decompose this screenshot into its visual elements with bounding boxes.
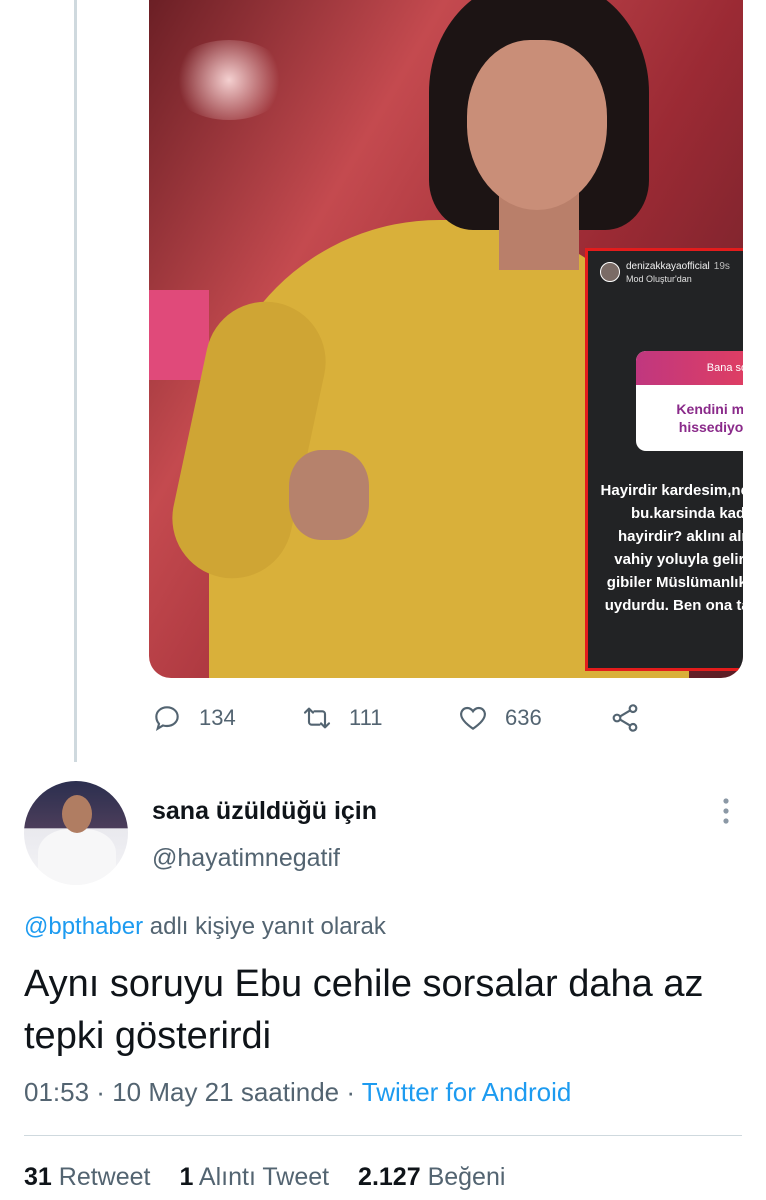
retweets-count: 31 — [24, 1163, 52, 1191]
share-icon — [612, 704, 638, 732]
quotes-count: 1 — [179, 1163, 194, 1191]
author-display-name[interactable]: sana üzüldüğü için — [152, 797, 377, 826]
likes-stat[interactable]: 2.127 Beğeni — [358, 1163, 505, 1191]
meta-separator-2: · — [339, 1077, 362, 1107]
tweet-time[interactable]: 01:53 — [24, 1077, 89, 1107]
more-options-icon[interactable] — [716, 796, 736, 826]
quotes-label: Alıntı Tweet — [198, 1163, 330, 1191]
quotes-stat[interactable]: 1 Alıntı Tweet — [179, 1163, 329, 1191]
retweets-label: Retweet — [58, 1163, 151, 1191]
tweet-source-link[interactable]: Twitter for Android — [362, 1077, 572, 1107]
story-header: denizakkayaofficial19s Mod Oluştur'dan ·… — [600, 259, 743, 285]
reply-count: 134 — [199, 705, 236, 730]
quoted-tweet-actions: 134 111 636 — [149, 700, 669, 736]
avatar-head — [62, 795, 92, 833]
studio-light — [169, 40, 289, 120]
story-subtitle: Mod Oluştur'dan — [626, 274, 692, 284]
retweet-button[interactable]: 111 — [301, 700, 382, 736]
meta-separator: · — [89, 1077, 113, 1107]
like-button[interactable]: 636 — [457, 700, 542, 736]
heart-icon — [460, 706, 486, 730]
tweet-text: Aynı soruyu Ebu cehile sorsalar daha az … — [24, 963, 704, 1057]
reply-context-text: adlı kişiye yanıt olarak — [143, 913, 386, 940]
like-count: 636 — [505, 705, 542, 730]
retweets-stat[interactable]: 31 Retweet — [24, 1163, 150, 1191]
instagram-story-screenshot: denizakkayaofficial19s Mod Oluştur'dan ·… — [585, 248, 743, 671]
likes-label: Beğeni — [427, 1163, 506, 1191]
story-avatar — [600, 262, 620, 282]
retweet-count: 111 — [349, 705, 383, 730]
tweet-meta: 01:53 · 10 May 21 saatinde · Twitter for… — [24, 1077, 571, 1108]
story-answer-text: Hayirdir kardesim,ne dangalakca soru bu.… — [600, 482, 743, 614]
divider — [24, 1135, 742, 1136]
question-sticker-header: Bana soru sor — [636, 351, 743, 385]
reply-context: @bpthaber adlı kişiye yanıt olarak — [24, 913, 386, 941]
thread-connector-line — [74, 0, 77, 762]
question-sticker-text: Kendini müslümam hissediyormusun? — [676, 401, 743, 435]
tweet-date[interactable]: 10 May 21 saatinde — [112, 1077, 339, 1107]
share-button[interactable] — [609, 700, 641, 736]
story-username: denizakkayaofficial 19s — [626, 261, 730, 272]
avatar[interactable] — [24, 781, 128, 885]
tweet-stats: 31 Retweet 1 Alıntı Tweet 2.127 Beğeni — [24, 1163, 527, 1192]
question-sticker: Bana soru sor Kendini müslümam hissediyo… — [636, 351, 743, 451]
tweet-media-image[interactable]: denizakkayaofficial19s Mod Oluştur'dan ·… — [149, 0, 743, 678]
reply-mention-link[interactable]: @bpthaber — [24, 913, 143, 940]
likes-count: 2.127 — [358, 1163, 421, 1191]
avatar-body — [38, 829, 116, 885]
retweet-icon — [303, 707, 331, 729]
author-handle[interactable]: @hayatimnegatif — [152, 844, 340, 873]
face — [467, 40, 607, 210]
reply-icon — [155, 706, 179, 731]
reply-button[interactable]: 134 — [151, 700, 236, 736]
story-time: 19s — [713, 261, 730, 272]
studio-panel — [149, 290, 209, 380]
hand — [289, 450, 369, 540]
